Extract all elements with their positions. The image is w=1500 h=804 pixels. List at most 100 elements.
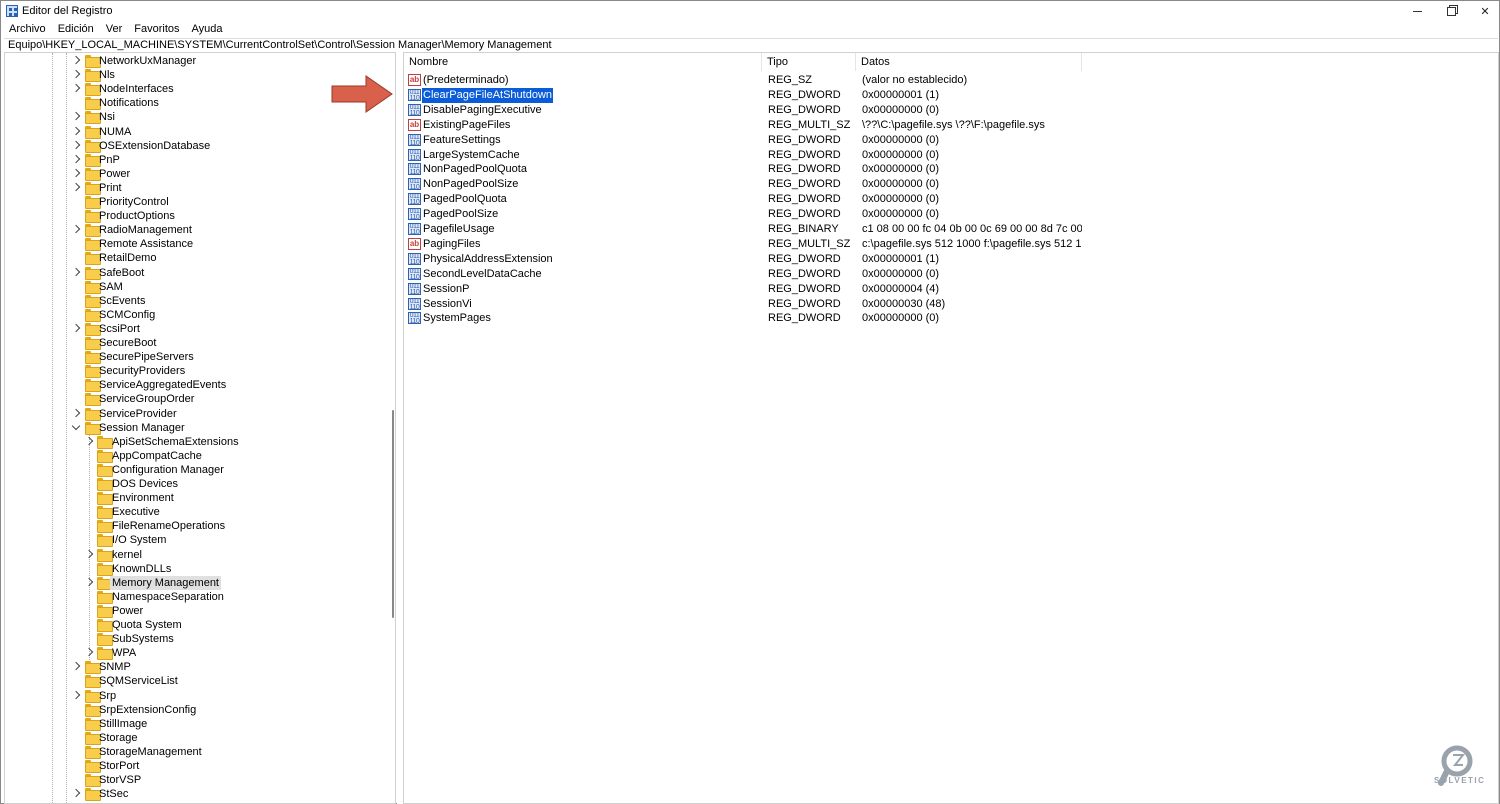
chevron-right-icon[interactable] — [71, 112, 81, 121]
tree-node[interactable]: ServiceAggregatedEvents — [5, 378, 385, 393]
value-row[interactable]: 011 110 FeatureSettings REG_DWORD 0x00000000… — [404, 133, 1494, 148]
tree-node[interactable]: Print — [5, 181, 385, 195]
tree-node[interactable]: Power — [5, 167, 385, 181]
chevron-right-icon[interactable] — [84, 577, 94, 586]
tree-node[interactable]: SrpExtensionConfig — [5, 703, 385, 717]
tree-scrollbar-thumb[interactable] — [392, 410, 394, 618]
value-row[interactable]: 011 110 SecondLevelDataCache REG_DWORD 0x000… — [404, 267, 1494, 282]
chevron-right-icon[interactable] — [84, 549, 94, 558]
value-row[interactable]: 011 110 SessionVi REG_DWORD 0x00000030 (48) — [404, 297, 1494, 312]
menu-edicion[interactable]: Edición — [52, 22, 100, 36]
value-row[interactable]: 011 110 PagedPoolQuota REG_DWORD 0x00000000 … — [404, 192, 1494, 207]
chevron-right-icon[interactable] — [71, 224, 81, 234]
value-row[interactable]: 011 110 LargeSystemCache REG_DWORD 0x0000000… — [404, 148, 1494, 163]
menu-favoritos[interactable]: Favoritos — [128, 22, 185, 36]
tree-node[interactable]: Nsi — [5, 110, 385, 125]
tree-node[interactable]: WPA — [5, 646, 385, 661]
chevron-right-icon[interactable] — [71, 182, 81, 192]
value-row[interactable]: ab (Predeterminado) REG_SZ (valor no establ… — [404, 73, 1494, 88]
tree-node[interactable]: Remote Assistance — [5, 237, 385, 252]
value-row[interactable]: 011 110 PagedPoolSize REG_DWORD 0x00000000 (… — [404, 207, 1494, 222]
value-row[interactable]: 011 110 DisablePagingExecutive REG_DWORD 0x0… — [404, 103, 1494, 118]
menu-ayuda[interactable]: Ayuda — [186, 22, 229, 36]
tree-node[interactable]: Environment — [5, 491, 385, 506]
tree-node[interactable]: Session Manager — [5, 421, 385, 435]
chevron-right-icon[interactable] — [71, 408, 81, 417]
tree-node[interactable]: StorVSP — [5, 773, 385, 788]
tree-node[interactable]: Quota System — [5, 618, 385, 632]
chevron-right-icon[interactable] — [71, 69, 81, 79]
tree-node[interactable]: I/O System — [5, 533, 385, 548]
tree-node[interactable]: SecurityProviders — [5, 364, 385, 379]
address-bar[interactable]: Equipo\HKEY_LOCAL_MACHINE\SYSTEM\Current… — [4, 38, 1498, 51]
tree-node[interactable]: PnP — [5, 153, 385, 167]
tree-node[interactable]: NetworkUxManager — [5, 54, 385, 68]
tree-node[interactable]: ProductOptions — [5, 209, 385, 224]
tree-node[interactable]: Executive — [5, 505, 385, 520]
chevron-right-icon[interactable] — [71, 267, 81, 276]
chevron-down-icon[interactable] — [71, 421, 81, 430]
tree-node[interactable]: FileRenameOperations — [5, 519, 385, 534]
tree-node[interactable]: ScEvents — [5, 294, 385, 308]
tree-node[interactable]: NUMA — [5, 125, 385, 139]
tree-node[interactable]: NodeInterfaces — [5, 82, 385, 97]
tree-node[interactable]: Power — [5, 604, 385, 618]
chevron-right-icon[interactable] — [84, 647, 94, 657]
tree-node[interactable]: StorageManagement — [5, 745, 385, 759]
menu-archivo[interactable]: Archivo — [1, 22, 52, 36]
chevron-right-icon[interactable] — [71, 168, 81, 178]
tree-node[interactable]: SecurePipeServers — [5, 350, 385, 365]
value-row[interactable]: 011 110 NonPagedPoolSize REG_DWORD 0x0000000… — [404, 177, 1494, 192]
close-button[interactable]: ✕ — [1465, 1, 1500, 21]
value-row[interactable]: ab PagingFiles REG_MULTI_SZ c:\pagefile.sys… — [404, 237, 1494, 252]
tree-node[interactable]: SQMServiceList — [5, 674, 385, 689]
tree-node[interactable]: RetailDemo — [5, 251, 385, 266]
value-row[interactable]: 011 110 SystemPages REG_DWORD 0x00000000 (0) — [404, 311, 1494, 326]
tree-node[interactable]: SubSystems — [5, 632, 385, 647]
tree-node[interactable]: ServiceGroupOrder — [5, 392, 385, 407]
chevron-right-icon[interactable] — [71, 323, 81, 333]
tree-node[interactable]: KnownDLLs — [5, 562, 385, 576]
chevron-right-icon[interactable] — [71, 690, 81, 699]
tree-node[interactable]: ScsiPort — [5, 322, 385, 336]
chevron-right-icon[interactable] — [71, 788, 81, 798]
column-header-name[interactable]: Nombre — [404, 53, 762, 71]
chevron-right-icon[interactable] — [71, 662, 81, 671]
value-row[interactable]: 011 110 ClearPageFileAtShutdown REG_DWORD 0x… — [404, 87, 1494, 103]
tree-node[interactable]: PriorityControl — [5, 195, 385, 209]
chevron-right-icon[interactable] — [71, 154, 81, 163]
menu-ver[interactable]: Ver — [100, 22, 129, 36]
column-header-data[interactable]: Datos — [856, 53, 1082, 71]
tree-node[interactable]: StorPort — [5, 759, 385, 773]
value-row[interactable]: ab ExistingPageFiles REG_MULTI_SZ \??\C:\pa… — [404, 118, 1494, 133]
chevron-right-icon[interactable] — [71, 55, 81, 65]
tree-node[interactable]: RadioManagement — [5, 223, 385, 238]
tree-node[interactable]: StillImage — [5, 717, 385, 731]
chevron-right-icon[interactable] — [71, 140, 81, 149]
value-row[interactable]: 011 110 NonPagedPoolQuota REG_DWORD 0x000000… — [404, 162, 1494, 177]
tree-node[interactable]: Srp — [5, 689, 385, 703]
value-row[interactable]: 011 110 PhysicalAddressExtension REG_DWORD 0… — [404, 252, 1494, 267]
tree-node[interactable]: SCMConfig — [5, 308, 385, 322]
tree-node[interactable]: Notifications — [5, 96, 385, 111]
tree-node[interactable]: NamespaceSeparation — [5, 590, 385, 604]
tree-scrollbar[interactable] — [390, 53, 395, 803]
tree-node[interactable]: ServiceProvider — [5, 407, 385, 421]
tree-node[interactable]: Configuration Manager — [5, 463, 385, 477]
tree-node[interactable]: Storage — [5, 731, 385, 745]
tree-node[interactable]: Nls — [5, 68, 385, 83]
tree-node[interactable]: Memory Management — [5, 575, 385, 590]
chevron-right-icon[interactable] — [71, 126, 81, 135]
tree-node[interactable]: DOS Devices — [5, 477, 385, 491]
tree-node[interactable]: OSExtensionDatabase — [5, 139, 385, 153]
tree-node[interactable]: AppCompatCache — [5, 449, 385, 463]
tree-node[interactable]: SecureBoot — [5, 336, 385, 350]
tree-node[interactable]: SAM — [5, 280, 385, 294]
tree-node[interactable]: kernel — [5, 548, 385, 562]
value-row[interactable]: 011 110 SessionP REG_DWORD 0x00000004 (4) — [404, 282, 1494, 297]
column-header-type[interactable]: Tipo — [762, 53, 856, 71]
tree-node[interactable]: SNMP — [5, 660, 385, 675]
chevron-right-icon[interactable] — [84, 436, 94, 445]
value-row[interactable]: 011 110 PagefileUsage REG_BINARY c1 08 00 00… — [404, 222, 1494, 237]
chevron-right-icon[interactable] — [71, 83, 81, 93]
